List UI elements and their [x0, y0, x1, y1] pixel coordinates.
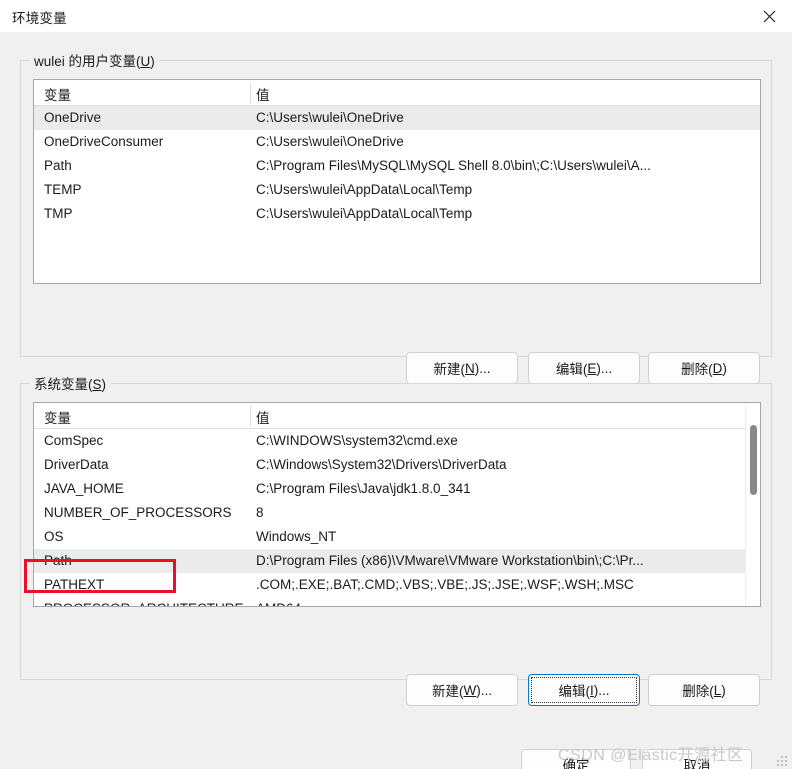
- system-variable-name: PATHEXT: [44, 577, 105, 592]
- system-variables-legend: 系统变量(S): [29, 373, 112, 393]
- system-variables-group: 系统变量(S) 变量 值 ComSpec C:\WINDOWS\system32\…: [20, 373, 772, 680]
- user-delete-suffix: ): [722, 360, 727, 376]
- user-variable-value: C:\Users\wulei\OneDrive: [256, 110, 404, 125]
- system-new-suffix: )...: [476, 682, 492, 698]
- system-edit-prefix: 编辑(: [558, 684, 590, 699]
- column-separator: [250, 83, 251, 103]
- system-variable-value: C:\Windows\System32\Drivers\DriverData: [256, 457, 507, 472]
- user-variable-name: Path: [44, 158, 72, 173]
- user-variable-name: TEMP: [44, 182, 82, 197]
- column-separator: [250, 406, 251, 426]
- table-row[interactable]: PROCESSOR_ARCHITECTURE AMD64: [34, 597, 760, 606]
- system-variables-listview[interactable]: 变量 值 ComSpec C:\WINDOWS\system32\cmd.exe D…: [33, 402, 761, 607]
- cancel-button[interactable]: 取消: [642, 749, 752, 769]
- user-edit-suffix: )...: [596, 360, 613, 376]
- system-edit-suffix: )...: [593, 682, 610, 698]
- user-variables-legend: wulei 的用户变量(U): [29, 50, 160, 70]
- system-variable-name: DriverData: [44, 457, 109, 472]
- user-column-header-name[interactable]: 变量: [44, 84, 71, 104]
- user-variable-name: OneDriveConsumer: [44, 134, 164, 149]
- user-variables-listview[interactable]: 变量 值 OneDrive C:\Users\wulei\OneDrive OneD…: [33, 79, 761, 284]
- user-new-button[interactable]: 新建(N)...: [406, 352, 518, 384]
- system-edit-button[interactable]: 编辑(I)...: [528, 674, 640, 706]
- table-row[interactable]: TMP C:\Users\wulei\AppData\Local\Temp: [34, 202, 760, 226]
- user-listview-header: 变量 值: [34, 80, 760, 106]
- system-new-accel: W: [463, 682, 477, 698]
- scrollbar-thumb[interactable]: [750, 425, 757, 495]
- system-delete-button[interactable]: 删除(L): [648, 674, 760, 706]
- system-new-button[interactable]: 新建(W)...: [406, 674, 518, 706]
- user-variable-value: C:\Users\wulei\AppData\Local\Temp: [256, 182, 473, 197]
- table-row[interactable]: Path D:\Program Files (x86)\VMware\VMware…: [34, 549, 760, 573]
- close-icon[interactable]: [746, 0, 792, 32]
- table-row[interactable]: TEMP C:\Users\wulei\AppData\Local\Temp: [34, 178, 760, 202]
- user-variable-name: TMP: [44, 206, 73, 221]
- system-delete-suffix: ): [721, 682, 726, 698]
- system-variables-rows: ComSpec C:\WINDOWS\system32\cmd.exe Driver…: [34, 429, 760, 606]
- user-edit-button[interactable]: 编辑(E)...: [528, 352, 640, 384]
- user-legend-suffix: ): [150, 54, 155, 69]
- system-list-scrollbar[interactable]: [745, 403, 760, 606]
- system-new-prefix: 新建(: [432, 684, 464, 699]
- system-variable-value: 8: [256, 505, 264, 520]
- user-new-accel: N: [465, 360, 475, 376]
- user-delete-prefix: 删除(: [681, 362, 713, 377]
- system-variable-name: PROCESSOR_ARCHITECTURE: [44, 597, 248, 606]
- system-legend-accel: S: [92, 377, 102, 392]
- system-variable-name: OS: [44, 529, 64, 544]
- user-column-header-value[interactable]: 值: [256, 84, 270, 104]
- system-variable-value: C:\Program Files\Java\jdk1.8.0_341: [256, 481, 471, 496]
- user-variable-name: OneDrive: [44, 110, 102, 125]
- user-edit-prefix: 编辑(: [555, 362, 588, 377]
- user-variables-group: wulei 的用户变量(U) 变量 值 OneDrive C:\Users\wul…: [20, 50, 772, 357]
- dialog-body: wulei 的用户变量(U) 变量 值 OneDrive C:\Users\wul…: [0, 32, 792, 769]
- table-row[interactable]: JAVA_HOME C:\Program Files\Java\jdk1.8.0_…: [34, 477, 760, 501]
- table-row[interactable]: OS Windows_NT: [34, 525, 760, 549]
- system-variable-value: C:\WINDOWS\system32\cmd.exe: [256, 433, 458, 448]
- system-legend-prefix: 系统变量(: [34, 377, 93, 392]
- user-new-prefix: 新建(: [433, 362, 466, 377]
- system-column-header-value[interactable]: 值: [256, 407, 270, 427]
- user-legend-accel: U: [140, 54, 151, 69]
- user-variable-value: C:\Program Files\MySQL\MySQL Shell 8.0\b…: [256, 158, 651, 173]
- system-variable-value: .COM;.EXE;.BAT;.CMD;.VBS;.VBE;.JS;.JSE;.…: [256, 577, 634, 592]
- environment-variables-dialog: 环境变量 wulei 的用户变量(U) 变量 值 OneDrive C:\User…: [0, 0, 792, 769]
- user-variables-rows: OneDrive C:\Users\wulei\OneDrive OneDriveC…: [34, 106, 760, 226]
- table-row[interactable]: Path C:\Program Files\MySQL\MySQL Shell 8…: [34, 154, 760, 178]
- table-row[interactable]: OneDrive C:\Users\wulei\OneDrive: [34, 106, 760, 130]
- system-variable-name: NUMBER_OF_PROCESSORS: [44, 505, 232, 520]
- system-delete-accel: L: [713, 682, 722, 698]
- watermark-dots-icon: [777, 754, 789, 766]
- system-variable-value: AMD64: [256, 597, 746, 606]
- system-listview-header: 变量 值: [34, 403, 760, 429]
- user-variable-value: C:\Users\wulei\OneDrive: [256, 134, 404, 149]
- system-column-header-name[interactable]: 变量: [44, 407, 71, 427]
- user-legend-prefix: wulei 的用户变量(: [34, 54, 141, 69]
- system-variable-value: Windows_NT: [256, 529, 337, 544]
- system-variable-value: D:\Program Files (x86)\VMware\VMware Wor…: [256, 553, 644, 568]
- table-row[interactable]: NUMBER_OF_PROCESSORS 8: [34, 501, 760, 525]
- table-row[interactable]: PATHEXT .COM;.EXE;.BAT;.CMD;.VBS;.VBE;.JS…: [34, 573, 760, 597]
- user-new-suffix: )...: [474, 360, 491, 376]
- title-bar: 环境变量: [0, 0, 792, 32]
- window-title: 环境变量: [12, 11, 67, 26]
- system-legend-suffix: ): [101, 377, 107, 392]
- system-delete-prefix: 删除(: [682, 684, 714, 699]
- table-row[interactable]: DriverData C:\Windows\System32\Drivers\Dr…: [34, 453, 760, 477]
- table-row[interactable]: ComSpec C:\WINDOWS\system32\cmd.exe: [34, 429, 760, 453]
- user-delete-button[interactable]: 删除(D): [648, 352, 760, 384]
- user-variable-value: C:\Users\wulei\AppData\Local\Temp: [256, 206, 473, 221]
- system-variable-name: JAVA_HOME: [44, 481, 124, 496]
- user-edit-accel: E: [587, 360, 597, 376]
- system-variable-name: ComSpec: [44, 433, 104, 448]
- table-row[interactable]: OneDriveConsumer C:\Users\wulei\OneDrive: [34, 130, 760, 154]
- system-variable-name: Path: [44, 553, 72, 568]
- user-delete-accel: D: [712, 360, 723, 376]
- ok-button[interactable]: 确定: [521, 749, 631, 769]
